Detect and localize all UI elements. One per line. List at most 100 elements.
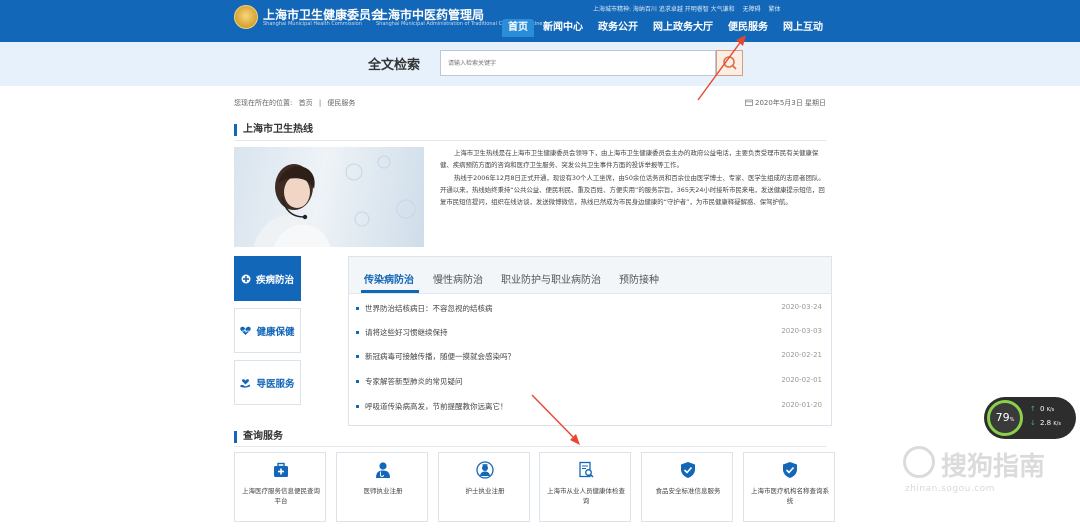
query-card-nurse-registration[interactable]: 护士执业注册	[438, 452, 530, 522]
news-title[interactable]: 呼吸道传染病高发，节前提醒教你远离它！	[365, 401, 508, 412]
heart-pulse-icon	[240, 326, 252, 335]
bullet	[356, 307, 359, 310]
news-title[interactable]: 新冠病毒可接触传播，随便一摸就会感染吗？	[365, 351, 515, 362]
news-title[interactable]: 专家解答新型肺炎的常见疑问	[365, 376, 463, 387]
nurse-icon	[476, 461, 494, 479]
watermark-text: 搜狗指南	[941, 452, 1046, 482]
news-date: 2020-03-24	[781, 303, 822, 311]
side-tab-label: 疾病防治	[255, 274, 294, 286]
list-item[interactable]: 请将这些好习惯继续保持 2020-03-03	[356, 327, 824, 339]
breadcrumb-public-service[interactable]: 便民服务	[327, 99, 355, 107]
divider	[234, 140, 826, 141]
side-tab-health-care[interactable]: 健康保健	[234, 308, 301, 353]
upload-unit: K/s	[1046, 407, 1055, 413]
side-tab-label: 导医服务	[256, 378, 295, 390]
memory-percent: 79	[995, 411, 1010, 424]
news-date: 2020-02-21	[781, 351, 822, 359]
side-tab-disease-prevention[interactable]: 疾病防治	[234, 256, 301, 301]
news-date: 2020-03-03	[781, 327, 822, 335]
download-arrow-icon: ↓	[1030, 419, 1036, 427]
shield-check-icon	[783, 462, 797, 478]
list-item[interactable]: 专家解答新型肺炎的常见疑问 2020-02-01	[356, 376, 824, 388]
top-links: 上海城市精神: 海纳百川 追求卓越 开明睿智 大气谦和 无障碍 繁体	[593, 4, 787, 13]
query-card-medical-info[interactable]: 上海医疗服务信息便民查询平台	[234, 452, 326, 522]
search-button[interactable]	[716, 50, 743, 76]
medical-kit-icon	[274, 462, 288, 477]
card-label: 护士执业注册	[465, 487, 505, 495]
hotline-paragraph-1: 上海市卫生热线是在上海市卫生健康委员会领导下，由上海市卫生健康委员会主办的政府公…	[440, 149, 819, 169]
nav-public-service[interactable]: 便民服务	[722, 19, 774, 37]
breadcrumb-home[interactable]: 首页	[299, 99, 313, 107]
news-date: 2020-02-01	[781, 376, 822, 384]
card-label: 医师执业注册	[363, 487, 403, 495]
watermark-url: zhinan.sogou.com	[905, 484, 995, 494]
hotline-heading: 上海市卫生热线	[234, 124, 313, 136]
nav-online-hall[interactable]: 网上政务大厅	[647, 19, 719, 37]
nav-online-interaction[interactable]: 网上互动	[777, 19, 829, 37]
search-icon	[723, 56, 737, 70]
upload-speed: ↑ 0 K/s	[1030, 405, 1054, 413]
heart-hand-icon	[240, 378, 251, 388]
tab-infectious-disease[interactable]: 传染病防治	[364, 271, 414, 286]
search-title: 全文检索	[368, 58, 421, 73]
query-card-physician-registration[interactable]: 医师执业注册	[336, 452, 428, 522]
bullet	[356, 331, 359, 334]
tab-occupational-protection[interactable]: 职业防护与职业病防治	[501, 271, 601, 286]
query-card-institution-name[interactable]: 上海市医疗机构名称查询系统	[743, 452, 835, 522]
search-input[interactable]	[440, 50, 716, 76]
hotline-paragraph-2: 热线于2006年12月8日正式开通，现设有30个人工坐席，由50余位话务员和百余…	[440, 174, 825, 206]
main-nav: 首页 新闻中心 政务公开 网上政务大厅 便民服务 网上互动	[502, 19, 832, 37]
date-text: 2020年5月3日 星期日	[755, 99, 826, 107]
hotline-photo	[234, 147, 424, 247]
accessibility-link[interactable]: 无障碍	[743, 6, 761, 13]
tab-chronic-disease[interactable]: 慢性病防治	[433, 271, 483, 286]
breadcrumb: 您现在所在的位置: 首页 | 便民服务	[234, 98, 359, 108]
doctor-icon	[376, 462, 390, 478]
list-item[interactable]: 呼吸道传染病高发，节前提醒教你远离它！ 2020-01-20	[356, 401, 824, 413]
query-card-food-safety[interactable]: 食品安全标准信息服务	[641, 452, 733, 522]
org-name-en: Shanghai Municipal Health Commission	[263, 21, 362, 27]
card-label: 上海市从业人员健康体检查询	[547, 487, 625, 505]
memory-usage-gauge: 79%	[987, 400, 1023, 436]
download-speed: ↓ 2.8 K/s	[1030, 419, 1061, 427]
query-heading: 查询服务	[234, 431, 283, 443]
breadcrumb-separator: |	[318, 99, 322, 107]
network-speed-widget[interactable]: 79% ↑ 0 K/s ↓ 2.8 K/s	[984, 397, 1076, 439]
document-search-icon	[579, 461, 594, 478]
card-label: 上海市医疗机构名称查询系统	[751, 487, 829, 505]
plus-circle-icon	[241, 274, 251, 283]
list-item[interactable]: 世界防治结核病日：不容忽视的结核病 2020-03-24	[356, 303, 824, 315]
upload-value: 0	[1040, 405, 1045, 413]
nav-home[interactable]: 首页	[502, 19, 534, 37]
hotline-intro: 上海市卫生热线是在上海市卫生健康委员会领导下，由上海市卫生健康委员会主办的政府公…	[440, 148, 830, 211]
site-header: 上海市卫生健康委员会 Shanghai Municipal Health Com…	[0, 0, 1080, 42]
shield-check-icon	[681, 462, 695, 478]
calendar-icon	[745, 99, 753, 106]
bullet	[356, 355, 359, 358]
query-card-health-exam[interactable]: 上海市从业人员健康体检查询	[539, 452, 631, 522]
city-spirit-text: 上海城市精神: 海纳百川 追求卓越 开明睿智 大气谦和	[593, 6, 735, 13]
divider	[234, 446, 826, 447]
bullet	[356, 380, 359, 383]
tab-vaccination[interactable]: 预防接种	[619, 271, 659, 286]
news-title[interactable]: 世界防治结核病日：不容忽视的结核病	[365, 303, 493, 314]
nav-news-center[interactable]: 新闻中心	[537, 19, 589, 37]
news-panel: 传染病防治 慢性病防治 职业防护与职业病防治 预防接种 世界防治结核病日：不容忽…	[348, 256, 832, 426]
card-label: 上海医疗服务信息便民查询平台	[242, 487, 320, 505]
download-value: 2.8	[1040, 419, 1052, 427]
emblem-icon[interactable]	[234, 5, 258, 29]
traditional-chinese-link[interactable]: 繁体	[769, 6, 781, 13]
nav-government-affairs[interactable]: 政务公开	[592, 19, 644, 37]
side-tab-medical-guide[interactable]: 导医服务	[234, 360, 301, 405]
current-date: 2020年5月3日 星期日	[745, 98, 826, 108]
active-tab-indicator	[361, 290, 419, 293]
news-date: 2020-01-20	[781, 401, 822, 409]
card-label: 食品安全标准信息服务	[655, 487, 721, 495]
download-unit: K/s	[1053, 421, 1061, 427]
list-item[interactable]: 新冠病毒可接触传播，随便一摸就会感染吗？ 2020-02-21	[356, 351, 824, 363]
news-title[interactable]: 请将这些好习惯继续保持	[365, 327, 448, 338]
memory-percent-unit: %	[1009, 417, 1015, 423]
news-tabs: 传染病防治 慢性病防治 职业防护与职业病防治 预防接种	[349, 257, 831, 294]
side-tab-label: 健康保健	[256, 326, 295, 338]
bullet	[356, 405, 359, 408]
